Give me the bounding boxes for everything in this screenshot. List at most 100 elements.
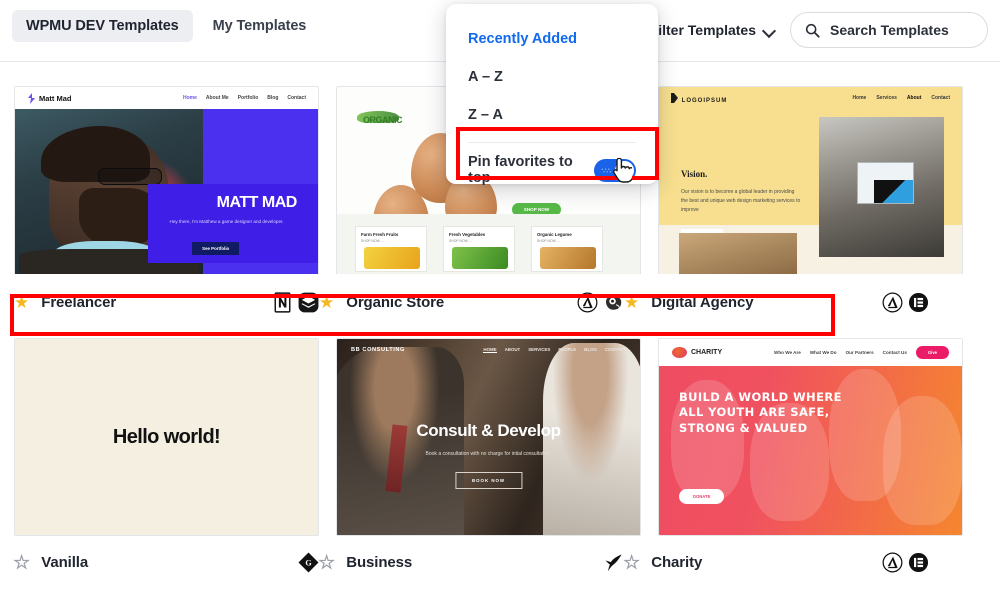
preview-nav-link: Contact [931, 95, 950, 101]
preview-button: BOOK NOW [454, 472, 523, 490]
preview-nav-link: Blog [267, 95, 279, 101]
favorite-star-icon[interactable]: ★ [13, 553, 29, 571]
elementor-icon [908, 552, 929, 572]
templates-row-2-labels: ★ Vanilla G ★ Business ★ Charity [0, 540, 1000, 584]
favorite-star-icon[interactable]: ★ [319, 294, 334, 311]
preview-card-title: Farm Fresh Fruits [361, 232, 399, 237]
astra-icon [882, 552, 903, 572]
tab-my-templates[interactable]: My Templates [199, 10, 321, 42]
preview-nav-link: Home [183, 95, 197, 101]
preview-nav-button: Give [915, 346, 949, 359]
template-card-charity[interactable]: CHARITY Who We Are What We Do Our Partne… [658, 338, 963, 536]
preview-nav-link: Who We Are [774, 350, 801, 355]
preview-brand: BB CONSULTING [351, 347, 405, 353]
preview-heading: Consult & Develop [416, 421, 561, 441]
preview-nav-link: BLOG [584, 347, 597, 352]
preview-brand: CHARITY [691, 349, 723, 356]
preview-heading: BUILD A WORLD WHERE ALL YOUTH ARE SAFE, … [679, 389, 842, 435]
template-badges [882, 552, 929, 573]
mascot-icon [605, 295, 622, 310]
preview-body: Our vision is to become a global leader … [681, 188, 801, 214]
template-name: Charity [651, 553, 703, 571]
template-badges [272, 291, 319, 313]
filter-templates-dropdown[interactable]: Filter Templates [648, 16, 776, 44]
astra-icon [577, 292, 598, 312]
pin-favorites-label: Pin favorites to top [468, 154, 573, 186]
preview-subtext: Hey there, I'm Matthew a game designer a… [169, 218, 284, 224]
preview-heading: Hello world! [112, 425, 221, 448]
favorite-star-icon[interactable]: ★ [318, 553, 334, 571]
template-card-freelancer[interactable]: Matt Mad Home About Me Portfolio Blog Co… [14, 86, 319, 274]
favorite-star-icon[interactable]: ★ [623, 553, 639, 571]
template-label-organic-store: ★ Organic Store [319, 280, 624, 324]
preview-nav-link: Our Partners [845, 350, 874, 355]
template-label-charity: ★ Charity [623, 540, 929, 584]
template-preview-business[interactable]: BB CONSULTING HOME ABOUT SERVICES PEOPLE… [336, 338, 641, 536]
favorite-star-icon[interactable]: ★ [14, 294, 29, 311]
template-name: Organic Store [346, 293, 445, 311]
template-preview-digital-agency[interactable]: LOGOIPSUM Home Services About Contact Vi… [658, 86, 963, 274]
preview-subtext: Book a consultation with no charge for i… [425, 450, 552, 457]
preview-card-sub: SHOP NOW → [449, 239, 473, 243]
template-label-freelancer: ★ Freelancer [14, 280, 319, 324]
template-card-business[interactable]: BB CONSULTING HOME ABOUT SERVICES PEOPLE… [336, 338, 641, 536]
beaver-builder-icon [605, 553, 622, 571]
sort-option-z-a[interactable]: Z – A [446, 96, 658, 134]
preview-brand: ORGANIC [363, 115, 403, 125]
sort-dropdown-menu[interactable]: Recently Added A – Z Z – A Pin favorites… [446, 4, 658, 186]
preview-button: DONATE [679, 488, 725, 504]
template-name: Digital Agency [651, 293, 754, 311]
template-card-vanilla[interactable]: Hello world! [14, 338, 319, 536]
template-preview-charity[interactable]: CHARITY Who We Are What We Do Our Partne… [658, 338, 963, 536]
templates-row-1-labels: ★ Freelancer ★ Organic Store ★ Digital A… [0, 280, 1000, 324]
template-preview-freelancer[interactable]: Matt Mad Home About Me Portfolio Blog Co… [14, 86, 319, 274]
template-card-digital-agency[interactable]: LOGOIPSUM Home Services About Contact Vi… [658, 86, 963, 274]
template-badges [882, 292, 929, 313]
astra-icon [882, 292, 903, 312]
elementor-icon [908, 292, 929, 312]
notion-n-icon [274, 291, 291, 313]
preview-brand: Matt Mad [39, 93, 72, 103]
sort-option-a-z[interactable]: A – Z [446, 58, 658, 96]
preview-nav-link: About Me [205, 95, 229, 101]
preview-nav-link: What We Do [809, 350, 837, 355]
sort-option-recently-added[interactable]: Recently Added [446, 20, 658, 58]
preview-heading: Vision. [681, 169, 708, 180]
template-name: Freelancer [41, 293, 117, 311]
preview-card-title: Fresh Vegetables [449, 232, 486, 237]
svg-text:G: G [305, 558, 311, 567]
preview-nav-link: CONTACT [604, 347, 626, 352]
preview-button: See Portfolio [192, 242, 240, 256]
preview-nav-link: PEOPLE [558, 347, 577, 352]
template-label-business: ★ Business [318, 540, 624, 584]
preview-nav-link: Contact Us [882, 350, 907, 355]
template-badges [577, 292, 624, 313]
search-input[interactable]: Search Templates [790, 12, 988, 48]
logo-icon [671, 92, 678, 103]
preview-nav-link: SERVICES [528, 347, 551, 352]
template-label-vanilla: ★ Vanilla G [13, 540, 319, 584]
template-badges [603, 552, 624, 573]
template-badges: G [298, 552, 319, 573]
preview-nav: Matt Mad Home About Me Portfolio Blog Co… [15, 87, 318, 109]
tab-wpmu-dev-templates[interactable]: WPMU DEV Templates [12, 10, 193, 42]
template-preview-vanilla[interactable]: Hello world! [14, 338, 319, 536]
preview-nav-link: Home [852, 95, 867, 101]
logo-icon [28, 92, 35, 104]
preview-brand: LOGOIPSUM [681, 97, 728, 104]
preview-nav-link: Portfolio [237, 95, 259, 101]
layers-icon [298, 292, 319, 312]
template-name: Vanilla [41, 553, 89, 571]
filter-templates-label: Filter Templates [649, 22, 756, 38]
preview-nav-link: About [906, 95, 922, 101]
template-name: Business [346, 553, 413, 571]
favorite-star-icon[interactable]: ★ [624, 294, 639, 311]
preview-card-title: Organic Legume [537, 232, 572, 237]
mouse-cursor-pointer-icon [613, 158, 632, 183]
preview-nav-link: ABOUT [504, 347, 521, 352]
search-placeholder-text: Search Templates [830, 22, 949, 38]
templates-row-2: Hello world! BB CONSULTING HOME ABOUT SE… [0, 338, 1000, 536]
toolbar-right-controls: Filter Templates Search Templates [648, 12, 988, 48]
preview-nav-link: HOME [483, 347, 497, 353]
templates-page: WPMU DEV Templates My Templates Filter T… [0, 0, 1000, 613]
